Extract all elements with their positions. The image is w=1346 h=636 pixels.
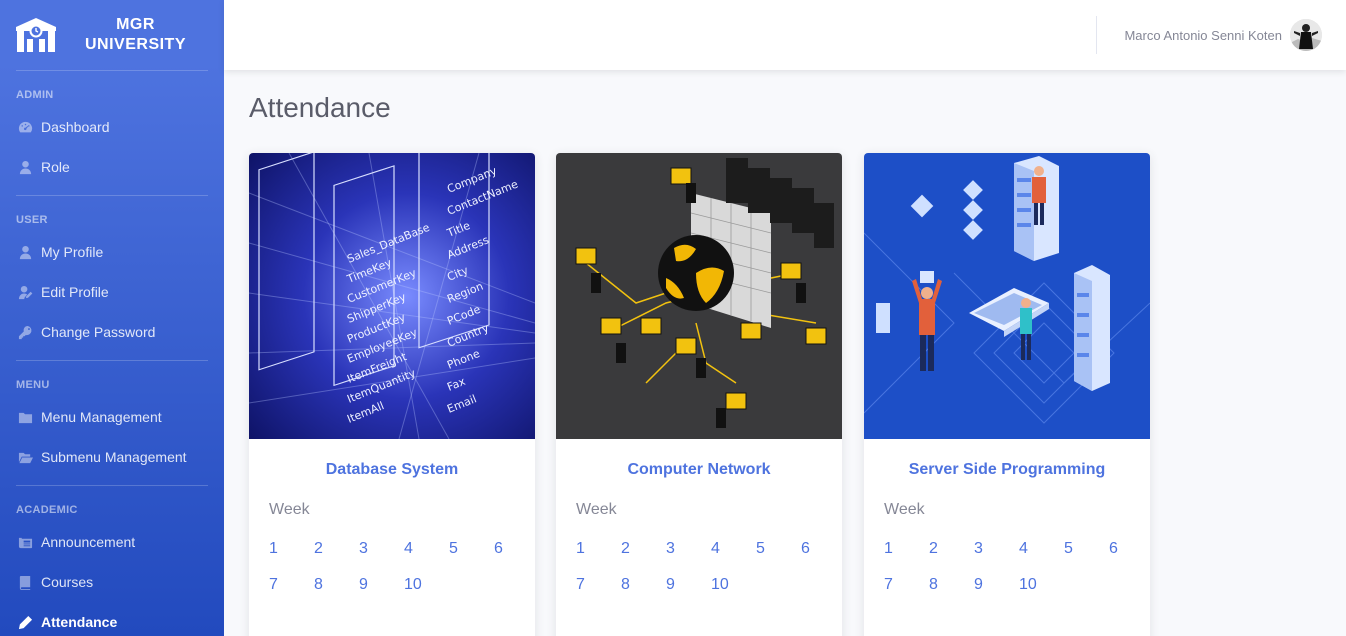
- sidebar-item-label: Role: [41, 159, 70, 175]
- course-title[interactable]: Server Side Programming: [864, 461, 1150, 479]
- week-link[interactable]: 1: [576, 540, 621, 558]
- week-link[interactable]: 3: [359, 540, 404, 558]
- user-name: Marco Antonio Senni Koten: [1124, 27, 1282, 43]
- course-title[interactable]: Database System: [249, 461, 535, 479]
- week-link[interactable]: 10: [404, 576, 449, 594]
- user-icon: [17, 244, 33, 260]
- week-link[interactable]: 4: [1019, 540, 1064, 558]
- sidebar-item-courses[interactable]: Courses: [0, 562, 224, 602]
- brand-name-line1: MGR: [116, 16, 155, 33]
- week-link[interactable]: 1: [884, 540, 929, 558]
- newspaper-icon: [17, 534, 33, 550]
- course-image-network: [556, 153, 842, 439]
- week-link[interactable]: 9: [666, 576, 711, 594]
- week-links: 1 2 3 4 5 6 7 8 9 10: [884, 540, 1150, 594]
- page-title: Attendance: [249, 92, 391, 123]
- sidebar-item-label: Announcement: [41, 534, 136, 550]
- week-links: 1 2 3 4 5 6 7 8 9 10: [269, 540, 535, 594]
- topbar: Marco Antonio Senni Koten: [224, 0, 1346, 70]
- course-title[interactable]: Computer Network: [556, 461, 842, 479]
- week-label: Week: [576, 501, 617, 518]
- folder-icon: [17, 409, 33, 425]
- sidebar-item-label: Edit Profile: [41, 284, 109, 300]
- week-link[interactable]: 2: [314, 540, 359, 558]
- week-link[interactable]: 5: [1064, 540, 1109, 558]
- pen-icon: [17, 614, 33, 630]
- user-edit-icon: [17, 284, 33, 300]
- week-link[interactable]: 2: [621, 540, 666, 558]
- course-card: Server Side Programming Week 1 2 3 4 5 6…: [864, 153, 1150, 636]
- folder-open-icon: [17, 449, 33, 465]
- key-icon: [17, 324, 33, 340]
- book-icon: [17, 574, 33, 590]
- week-link[interactable]: 4: [711, 540, 756, 558]
- course-card: Computer Network Week 1 2 3 4 5 6 7 8 9 …: [556, 153, 842, 636]
- sidebar-item-label: Courses: [41, 574, 94, 590]
- sidebar-item-announcement[interactable]: Announcement: [0, 522, 224, 562]
- user-tie-icon: [17, 159, 33, 175]
- week-link[interactable]: 7: [576, 576, 621, 594]
- week-link[interactable]: 10: [1019, 576, 1064, 594]
- week-links: 1 2 3 4 5 6 7 8 9 10: [576, 540, 842, 594]
- sidebar-item-submenu-management[interactable]: Submenu Management: [0, 437, 224, 477]
- sidebar-item-menu-management[interactable]: Menu Management: [0, 397, 224, 437]
- sidebar-item-change-password[interactable]: Change Password: [0, 312, 224, 352]
- sidebar-item-edit-profile[interactable]: Edit Profile: [0, 272, 224, 312]
- user-dropdown[interactable]: Marco Antonio Senni Koten: [1124, 17, 1322, 53]
- week-link[interactable]: 7: [884, 576, 929, 594]
- sidebar-item-label: Submenu Management: [41, 449, 187, 465]
- sidebar-heading-admin: ADMIN: [16, 89, 54, 101]
- week-link[interactable]: 3: [666, 540, 711, 558]
- sidebar-item-label: My Profile: [41, 244, 104, 260]
- course-image-server: [864, 153, 1150, 439]
- sidebar-heading-academic: ACADEMIC: [16, 504, 78, 516]
- sidebar-item-label: Attendance: [41, 614, 118, 630]
- course-card: Sales_DataBase TimeKey CustomerKey Shipp…: [249, 153, 535, 636]
- sidebar-item-attendance[interactable]: Attendance: [0, 602, 224, 636]
- week-link[interactable]: 3: [974, 540, 1019, 558]
- week-link[interactable]: 6: [1109, 540, 1150, 558]
- week-link[interactable]: 8: [621, 576, 666, 594]
- sidebar-item-label: Menu Management: [41, 409, 162, 425]
- week-link[interactable]: 7: [269, 576, 314, 594]
- week-link[interactable]: 6: [494, 540, 535, 558]
- week-link[interactable]: 1: [269, 540, 314, 558]
- week-link[interactable]: 6: [801, 540, 842, 558]
- week-link[interactable]: 8: [929, 576, 974, 594]
- sidebar-item-label: Dashboard: [41, 119, 110, 135]
- university-icon: [16, 18, 56, 52]
- tachometer-icon: [17, 119, 33, 135]
- sidebar-brand[interactable]: MGR UNIVERSITY: [0, 0, 224, 70]
- week-link[interactable]: 9: [359, 576, 404, 594]
- week-link[interactable]: 10: [711, 576, 756, 594]
- week-label: Week: [269, 501, 310, 518]
- week-link[interactable]: 2: [929, 540, 974, 558]
- sidebar-item-my-profile[interactable]: My Profile: [0, 232, 224, 272]
- week-link[interactable]: 5: [756, 540, 801, 558]
- course-image-database: Sales_DataBase TimeKey CustomerKey Shipp…: [249, 153, 535, 439]
- avatar: [1290, 19, 1322, 51]
- brand-name-line2: UNIVERSITY: [84, 36, 186, 53]
- sidebar-heading-user: USER: [16, 214, 48, 226]
- sidebar-item-label: Change Password: [41, 324, 156, 340]
- week-link[interactable]: 8: [314, 576, 359, 594]
- week-label: Week: [884, 501, 925, 518]
- sidebar-item-role[interactable]: Role: [0, 147, 224, 187]
- week-link[interactable]: 4: [404, 540, 449, 558]
- sidebar-heading-menu: MENU: [16, 379, 50, 391]
- topbar-divider: [1096, 16, 1097, 54]
- week-link[interactable]: 9: [974, 576, 1019, 594]
- sidebar: MGR UNIVERSITY ADMIN Dashboard Role USER…: [0, 0, 224, 636]
- week-link[interactable]: 5: [449, 540, 494, 558]
- sidebar-item-dashboard[interactable]: Dashboard: [0, 107, 224, 147]
